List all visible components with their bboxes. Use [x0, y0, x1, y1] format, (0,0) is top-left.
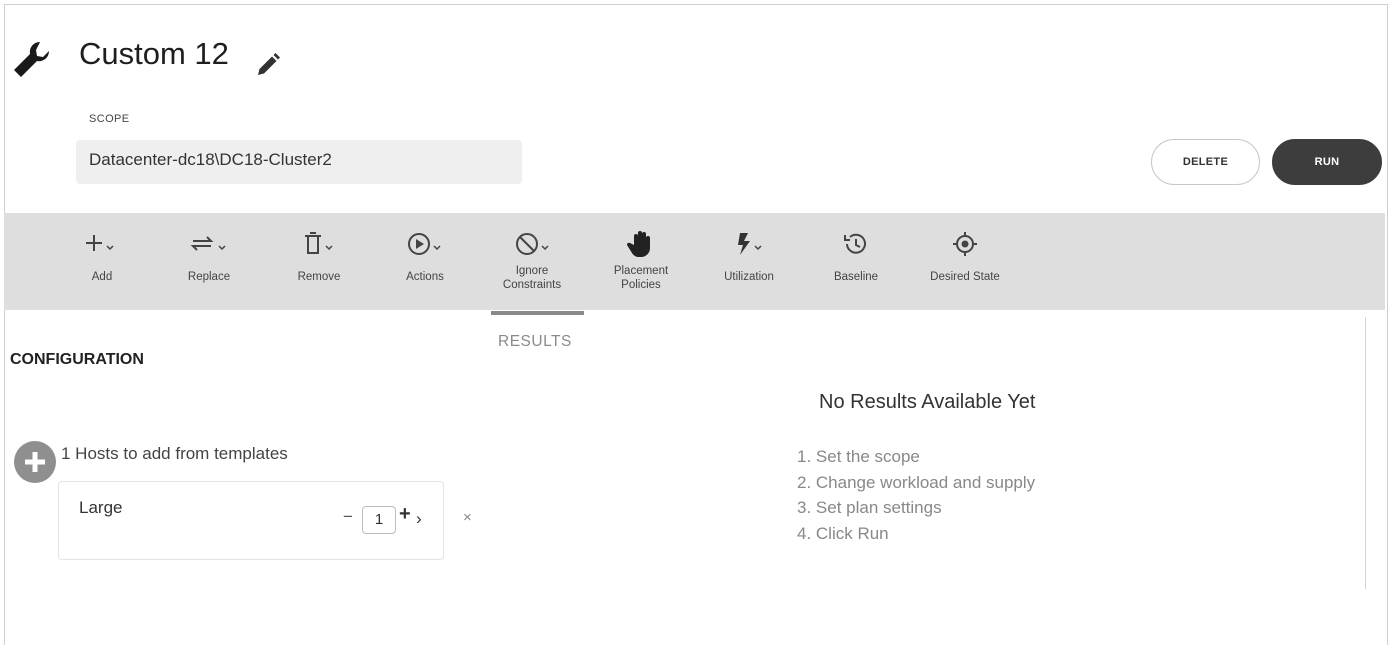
plan-title: Custom 12 — [79, 36, 229, 71]
replace-arrows-icon — [190, 236, 226, 251]
list-item: 4. Click Run — [797, 523, 889, 543]
toolbar-actions-label: Actions — [406, 271, 444, 283]
target-icon — [953, 232, 977, 256]
list-item: 1. Set the scope — [797, 447, 920, 466]
toolbar-ignore-constraints-label: Ignore Constraints — [502, 265, 562, 291]
toolbar-replace[interactable]: Replace — [170, 213, 248, 310]
active-tab-indicator — [491, 311, 584, 315]
hosts-to-add-text: 1 Hosts to add from templates — [61, 444, 288, 463]
no-results-title: No Results Available Yet — [819, 391, 1036, 413]
toolbar-utilization-label: Utilization — [724, 271, 774, 283]
toolbar-add[interactable]: Add — [70, 213, 134, 310]
quantity-field[interactable]: 1 — [362, 506, 396, 534]
configuration-heading: CONFIGURATION — [10, 351, 144, 368]
toolbar-desired-state-label: Desired State — [930, 271, 1000, 283]
toolbar-remove[interactable]: Remove — [284, 213, 354, 310]
scope-label: SCOPE — [89, 113, 130, 125]
plus-icon — [86, 235, 114, 251]
toolbar-utilization[interactable]: Utilization — [709, 213, 789, 310]
toolbar-remove-label: Remove — [297, 271, 341, 283]
scrollbar-divider — [1365, 317, 1366, 589]
toolbar-baseline-label: Baseline — [833, 271, 879, 283]
toolbar-placement-policies[interactable]: Placement Policies — [601, 213, 681, 310]
results-steps-list: 1. Set the scope 2. Change workload and … — [797, 444, 1035, 546]
decrement-button[interactable]: − — [343, 507, 353, 527]
scope-field[interactable]: Datacenter-dc18\DC18-Cluster2 — [76, 140, 522, 184]
toolbar-placement-policies-label: Placement Policies — [613, 265, 669, 291]
template-name: Large — [79, 498, 123, 517]
tab-results[interactable]: RESULTS — [498, 333, 572, 351]
ban-icon — [516, 233, 549, 255]
remove-template-button[interactable]: × — [463, 509, 472, 526]
trash-icon — [305, 232, 333, 254]
run-button[interactable]: RUN — [1272, 139, 1382, 185]
toolbar-baseline[interactable]: Baseline — [821, 213, 891, 310]
delete-button[interactable]: DELETE — [1151, 139, 1260, 185]
list-item: 2. Change workload and supply — [797, 472, 1036, 492]
list-item: 3. Set plan settings — [797, 498, 942, 517]
chevron-right-icon[interactable]: › — [416, 509, 422, 529]
hand-icon — [626, 231, 650, 258]
toolbar-add-label: Add — [91, 271, 113, 283]
edit-pencil-icon[interactable] — [253, 50, 283, 80]
increment-button[interactable]: + — [399, 503, 411, 526]
toolbar-actions[interactable]: Actions — [392, 213, 458, 310]
add-circle-icon[interactable] — [13, 440, 57, 484]
history-clock-icon — [844, 233, 866, 254]
toolbar-ignore-constraints[interactable]: Ignore Constraints — [492, 213, 572, 310]
toolbar-replace-label: Replace — [187, 271, 231, 283]
toolbar-desired-state[interactable]: Desired State — [912, 213, 1018, 310]
wrench-icon — [14, 41, 50, 77]
plan-toolbar: Add Replace Remove Actions Ignore Constr… — [4, 213, 1385, 310]
play-circle-icon — [408, 233, 441, 255]
lightning-icon — [738, 233, 762, 255]
